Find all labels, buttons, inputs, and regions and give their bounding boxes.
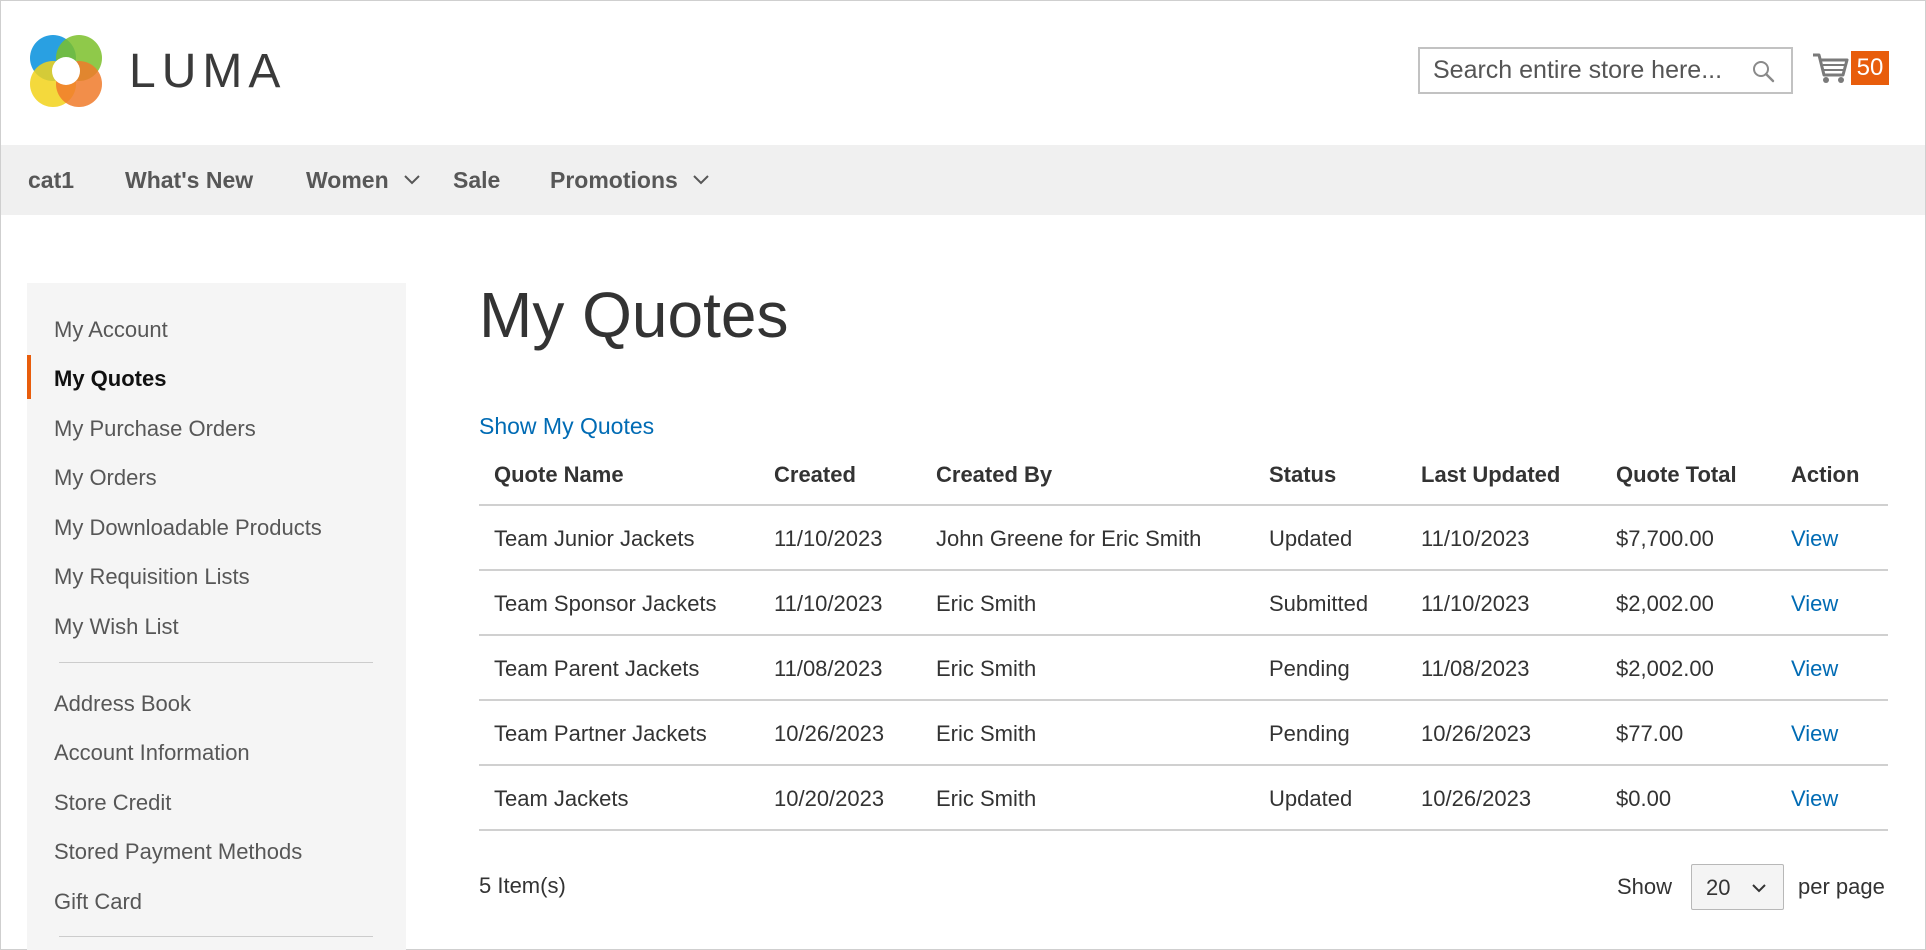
- created-by-cell: Eric Smith: [936, 721, 1037, 746]
- created-cell: 10/26/2023: [774, 721, 885, 746]
- account-sidebar: My Account My Quotes My Purchase Orders …: [27, 283, 406, 950]
- sidebar-item-my-account[interactable]: My Account: [54, 317, 168, 343]
- luma-logo-icon: [30, 35, 102, 107]
- show-my-quotes-link[interactable]: Show My Quotes: [479, 413, 654, 440]
- nav-item-women[interactable]: Women: [306, 145, 421, 215]
- table-row: Team Junior Jackets 11/10/2023 John Gree…: [479, 506, 1888, 571]
- quotes-table: Quote Name Created Created By Status Las…: [479, 450, 1888, 831]
- column-header: Last Updated: [1421, 462, 1561, 487]
- quote-total-cell: $7,700.00: [1616, 526, 1714, 551]
- search-input[interactable]: [1420, 49, 1740, 92]
- logo-text: LUMA: [129, 44, 287, 98]
- sidebar-item-my-wish-list[interactable]: My Wish List: [54, 614, 179, 640]
- sidebar-item-gift-card[interactable]: Gift Card: [54, 889, 142, 915]
- view-quote-link[interactable]: View: [1791, 721, 1838, 747]
- sidebar-item-account-information[interactable]: Account Information: [54, 740, 250, 766]
- sidebar-item-my-orders[interactable]: My Orders: [54, 465, 157, 491]
- nav-item-promotions[interactable]: Promotions: [550, 145, 710, 215]
- chevron-down-icon: [403, 175, 420, 185]
- sidebar-item-my-downloadable-products[interactable]: My Downloadable Products: [54, 515, 322, 541]
- table-row: Team Sponsor Jackets 11/10/2023 Eric Smi…: [479, 571, 1888, 636]
- quote-name-cell: Team Junior Jackets: [494, 526, 695, 551]
- quote-total-cell: $2,002.00: [1616, 591, 1714, 616]
- column-header: Action: [1791, 462, 1860, 487]
- table-header: Quote Name Created Created By Status Las…: [479, 450, 1888, 506]
- view-quote-link[interactable]: View: [1791, 656, 1838, 682]
- nav-item-label: Promotions: [550, 167, 678, 193]
- quote-total-cell: $77.00: [1616, 721, 1684, 746]
- sidebar-item-my-requisition-lists[interactable]: My Requisition Lists: [54, 564, 250, 590]
- main-navigation: cat1 What's New Women Sale Promotions: [1, 145, 1925, 215]
- quote-name-cell: Team Parent Jackets: [494, 656, 700, 681]
- quote-name-cell: Team Sponsor Jackets: [494, 591, 717, 616]
- shopping-cart-icon[interactable]: [1811, 51, 1849, 85]
- view-quote-link[interactable]: View: [1791, 786, 1838, 812]
- created-cell: 11/10/2023: [774, 591, 883, 616]
- search-box: [1418, 47, 1793, 94]
- sidebar-divider: [59, 936, 373, 937]
- limiter-show-label: Show: [1617, 874, 1673, 899]
- chevron-down-icon: [693, 175, 709, 185]
- cart-count-badge[interactable]: 50: [1851, 51, 1889, 85]
- nav-item-label: What's New: [125, 167, 254, 193]
- nav-item-label: Sale: [453, 167, 501, 193]
- created-cell: 11/10/2023: [774, 526, 883, 551]
- quote-total-cell: $2,002.00: [1616, 656, 1714, 681]
- last-updated-cell: 10/26/2023: [1421, 786, 1532, 811]
- sidebar-divider: [59, 662, 373, 663]
- per-page-select[interactable]: 20: [1691, 864, 1784, 910]
- active-indicator: [27, 355, 31, 399]
- column-header: Created By: [936, 462, 1053, 487]
- nav-item-label: Women: [306, 167, 389, 193]
- sidebar-item-store-credit[interactable]: Store Credit: [54, 790, 171, 816]
- created-cell: 10/20/2023: [774, 786, 885, 811]
- created-by-cell: John Greene for Eric Smith: [936, 526, 1202, 551]
- sidebar-item-my-quotes[interactable]: My Quotes: [54, 366, 166, 392]
- created-by-cell: Eric Smith: [936, 786, 1037, 811]
- nav-item-whats-new[interactable]: What's New: [125, 145, 253, 215]
- page-title: My Quotes: [479, 279, 789, 351]
- sidebar-item-stored-payment-methods[interactable]: Stored Payment Methods: [54, 839, 302, 865]
- status-cell: Updated: [1269, 526, 1353, 551]
- sidebar-item-my-purchase-orders[interactable]: My Purchase Orders: [54, 416, 256, 442]
- chevron-down-icon: [1752, 884, 1766, 893]
- nav-item-sale[interactable]: Sale: [453, 145, 500, 215]
- view-quote-link[interactable]: View: [1791, 526, 1838, 552]
- logo[interactable]: LUMA: [29, 32, 286, 110]
- last-updated-cell: 11/08/2023: [1421, 656, 1530, 681]
- status-cell: Pending: [1269, 656, 1350, 681]
- table-row: Team Partner Jackets 10/26/2023 Eric Smi…: [479, 701, 1888, 766]
- search-icon[interactable]: [1751, 59, 1775, 83]
- created-cell: 11/08/2023: [774, 656, 883, 681]
- table-row: Team Jackets 10/20/2023 Eric Smith Updat…: [479, 766, 1888, 831]
- nav-item-label: cat1: [28, 167, 75, 193]
- status-cell: Pending: [1269, 721, 1350, 746]
- last-updated-cell: 11/10/2023: [1421, 526, 1530, 551]
- sidebar-item-address-book[interactable]: Address Book: [54, 691, 191, 717]
- status-cell: Submitted: [1269, 591, 1369, 616]
- items-count: 5 Item(s): [479, 873, 566, 898]
- quote-total-cell: $0.00: [1616, 786, 1672, 811]
- per-page-label: per page: [1798, 874, 1885, 899]
- column-header: Created: [774, 462, 856, 487]
- status-cell: Updated: [1269, 786, 1353, 811]
- per-page-value: 20: [1706, 875, 1731, 900]
- table-row: Team Parent Jackets 11/08/2023 Eric Smit…: [479, 636, 1888, 701]
- last-updated-cell: 11/10/2023: [1421, 591, 1530, 616]
- column-header: Quote Total: [1616, 462, 1737, 487]
- column-header: Status: [1269, 462, 1337, 487]
- minicart[interactable]: 50: [1811, 48, 1889, 90]
- quote-name-cell: Team Jackets: [494, 786, 629, 811]
- site-header: LUMA 50: [0, 0, 1926, 145]
- created-by-cell: Eric Smith: [936, 591, 1037, 616]
- last-updated-cell: 10/26/2023: [1421, 721, 1532, 746]
- quote-name-cell: Team Partner Jackets: [494, 721, 707, 746]
- created-by-cell: Eric Smith: [936, 656, 1037, 681]
- view-quote-link[interactable]: View: [1791, 591, 1838, 617]
- column-header: Quote Name: [494, 462, 624, 487]
- nav-item-cat1[interactable]: cat1: [28, 145, 74, 215]
